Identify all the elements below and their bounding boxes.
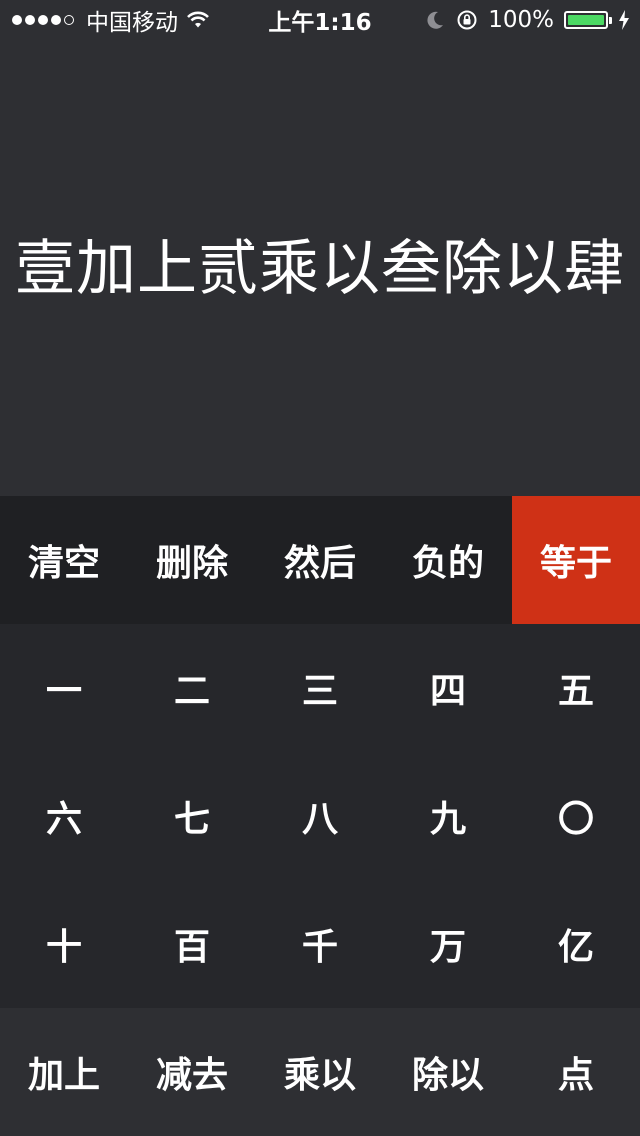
ten-button[interactable]: 十 <box>0 880 128 1008</box>
carrier-name: 中国移动 <box>86 10 178 36</box>
equals-button[interactable]: 等于 <box>512 496 640 624</box>
function-row: 清空 删除 然后 负的 等于 <box>0 496 640 624</box>
hundred-million-button[interactable]: 亿 <box>512 880 640 1008</box>
digit-one-button[interactable]: 一 <box>0 624 128 752</box>
battery-nub <box>609 17 612 24</box>
thousand-button[interactable]: 千 <box>256 880 384 1008</box>
do-not-disturb-icon <box>427 11 444 29</box>
signal-dot <box>64 15 74 25</box>
signal-dot <box>51 15 61 25</box>
divide-button[interactable]: 除以 <box>384 1008 512 1136</box>
digit-three-button[interactable]: 三 <box>256 624 384 752</box>
decimal-point-button[interactable]: 点 <box>512 1008 640 1136</box>
status-right: 100% <box>424 0 630 40</box>
signal-dot <box>25 15 35 25</box>
digit-nine-button[interactable]: 九 <box>384 752 512 880</box>
expression-text: 壹加上贰乘以叁除以肆 <box>15 233 625 304</box>
negative-button[interactable]: 负的 <box>384 496 512 624</box>
digit-seven-button[interactable]: 七 <box>128 752 256 880</box>
battery-icon <box>564 11 612 29</box>
digit-two-button[interactable]: 二 <box>128 624 256 752</box>
then-button[interactable]: 然后 <box>256 496 384 624</box>
digit-row: 十 百 千 万 亿 <box>0 880 640 1008</box>
status-bar: 中国移动 上午1:16 100% <box>0 0 640 40</box>
subtract-button[interactable]: 减去 <box>128 1008 256 1136</box>
signal-dot <box>38 15 48 25</box>
hundred-button[interactable]: 百 <box>128 880 256 1008</box>
multiply-button[interactable]: 乘以 <box>256 1008 384 1136</box>
battery-percentage: 100% <box>488 7 554 33</box>
operator-row: 加上 减去 乘以 除以 点 <box>0 1008 640 1136</box>
rotation-lock-icon <box>457 10 477 30</box>
signal-dot <box>12 15 22 25</box>
ten-thousand-button[interactable]: 万 <box>384 880 512 1008</box>
battery-fill <box>568 15 604 25</box>
charging-bolt-icon <box>619 10 629 30</box>
add-button[interactable]: 加上 <box>0 1008 128 1136</box>
clear-button[interactable]: 清空 <box>0 496 128 624</box>
delete-button[interactable]: 删除 <box>128 496 256 624</box>
digit-eight-button[interactable]: 八 <box>256 752 384 880</box>
digit-six-button[interactable]: 六 <box>0 752 128 880</box>
digit-row: 六 七 八 九 〇 <box>0 752 640 880</box>
digit-zero-button[interactable]: 〇 <box>512 752 640 880</box>
result-display: 壹加上贰乘以叁除以肆 <box>0 40 640 496</box>
status-left: 中国移动 <box>12 0 210 40</box>
signal-strength-icon <box>12 15 74 25</box>
wifi-icon <box>187 11 209 28</box>
digit-four-button[interactable]: 四 <box>384 624 512 752</box>
calculator-screen: 中国移动 上午1:16 100% 壹加上贰乘以叁除以肆 清空 删除 然后 负的 … <box>0 0 640 1136</box>
digit-five-button[interactable]: 五 <box>512 624 640 752</box>
digit-keypad: 一 二 三 四 五 六 七 八 九 〇 十 百 千 万 亿 <box>0 624 640 1008</box>
digit-row: 一 二 三 四 五 <box>0 624 640 752</box>
